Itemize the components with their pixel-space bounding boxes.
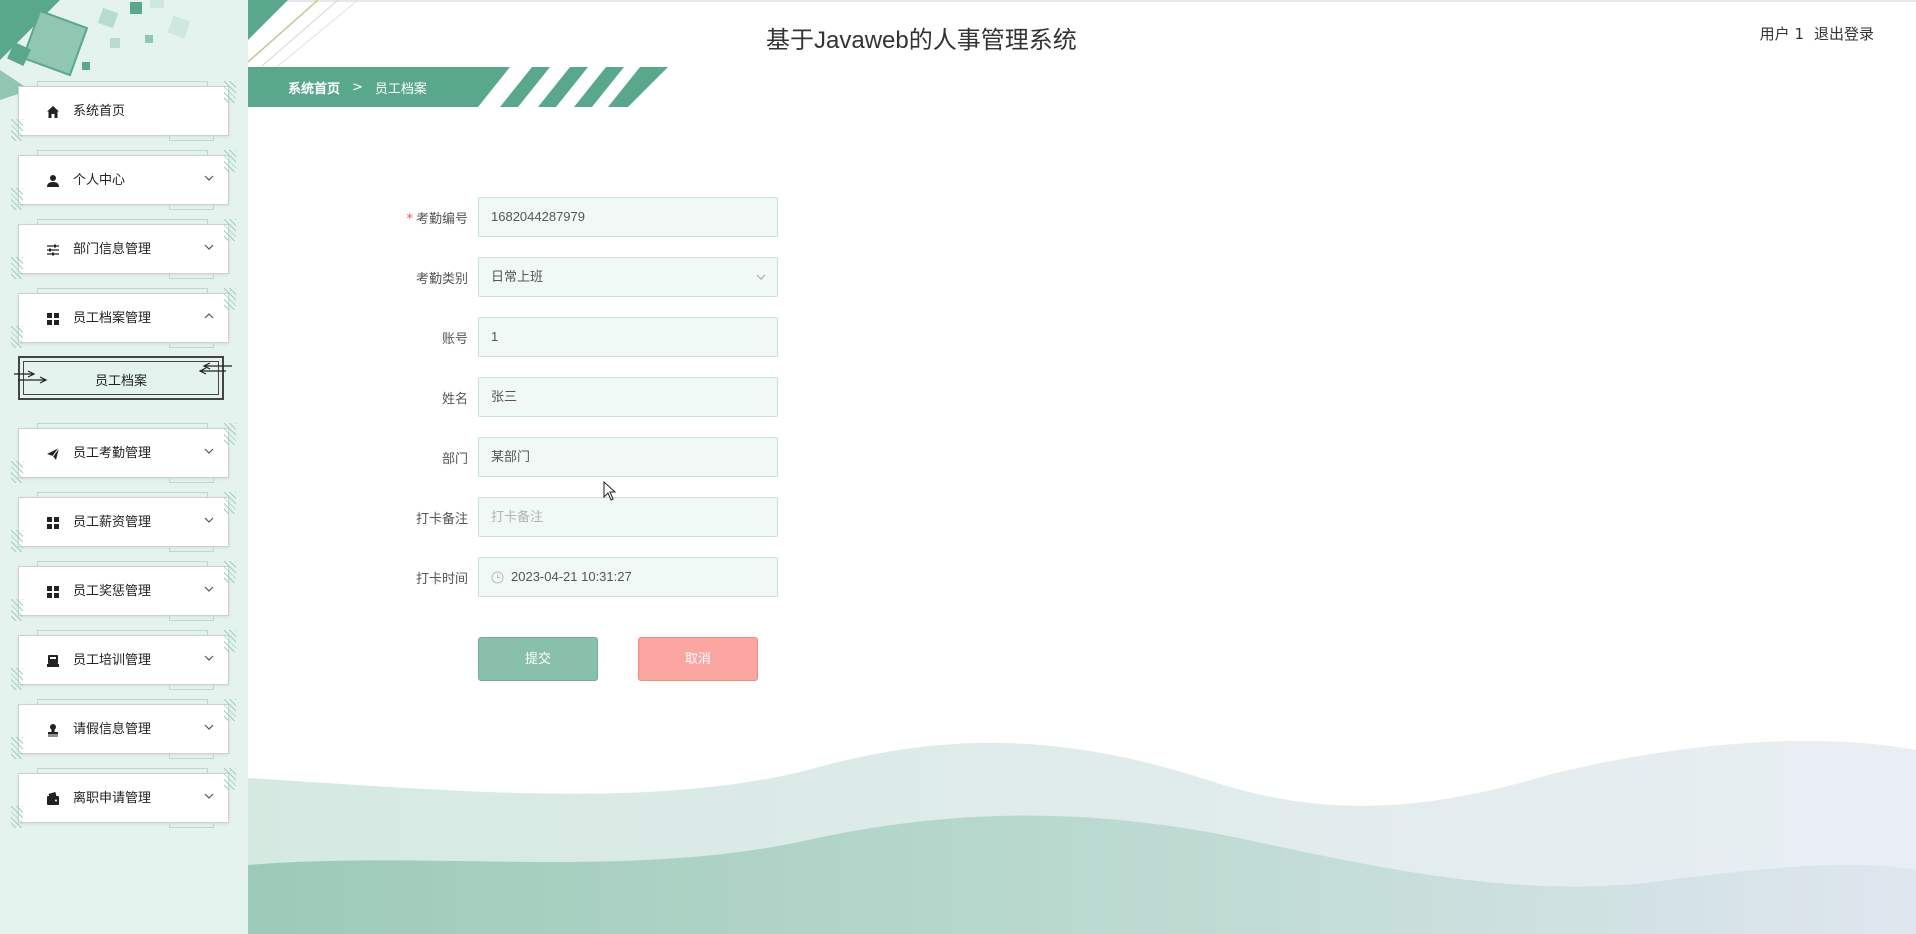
field-label: 姓名 xyxy=(441,392,468,407)
account-input[interactable]: 1 xyxy=(478,317,778,357)
home-icon xyxy=(45,104,61,120)
form-row-clock-note: 打卡备注 打卡备注 xyxy=(360,497,780,537)
clock-note-input[interactable]: 打卡备注 xyxy=(478,497,778,537)
sidebar-item-leave[interactable]: 请假信息管理 xyxy=(11,699,236,759)
field-label-text: 考勤编号 xyxy=(415,212,468,227)
select-value: 日常上班 xyxy=(491,269,544,284)
user-icon xyxy=(45,173,61,189)
breadcrumb-separator: > xyxy=(352,80,363,95)
top-border xyxy=(248,0,1916,2)
chevron-down-icon xyxy=(204,517,214,523)
chevron-up-icon xyxy=(204,313,214,319)
clock-time-picker[interactable]: 2023-04-21 10:31:27 xyxy=(478,557,778,597)
sidebar-item-resignation[interactable]: 离职申请管理 xyxy=(11,768,236,828)
attendance-id-input[interactable]: 1682044287979 xyxy=(478,197,778,237)
app-title: 基于Javaweb的人事管理系统 xyxy=(766,27,1077,54)
department-input[interactable]: 某部门 xyxy=(478,437,778,477)
field-label: 账号 xyxy=(441,332,468,347)
sidebar-item-label: 离职申请管理 xyxy=(73,791,152,806)
form-row-department: 部门 某部门 xyxy=(360,437,780,477)
sidebar-item-label: 请假信息管理 xyxy=(73,722,152,737)
sidebar-item-salary[interactable]: 员工薪资管理 xyxy=(11,492,236,552)
sidebar-item-label: 员工薪资管理 xyxy=(73,515,152,530)
mouse-cursor-icon xyxy=(603,481,617,501)
breadcrumb: 系统首页 > 员工档案 xyxy=(288,78,427,97)
field-label: 打卡时间 xyxy=(415,572,468,587)
name-input[interactable]: 张三 xyxy=(478,377,778,417)
submit-button[interactable]: 提交 xyxy=(478,637,598,681)
chevron-down-icon xyxy=(204,655,214,661)
chevron-down-icon xyxy=(756,274,766,280)
sidebar-item-department[interactable]: 部门信息管理 xyxy=(11,219,236,279)
paper-plane-icon xyxy=(45,446,61,462)
form-row-account: 账号 1 xyxy=(360,317,780,357)
form-row-clock-time: 打卡时间 2023-04-21 10:31:27 xyxy=(360,557,780,597)
field-label: 打卡备注 xyxy=(415,512,468,527)
field-label: 考勤类别 xyxy=(415,272,468,287)
sliders-icon xyxy=(45,242,61,258)
cancel-button[interactable]: 取消 xyxy=(638,637,758,681)
sidebar-item-label: 员工奖惩管理 xyxy=(73,584,152,599)
attendance-type-select[interactable]: 日常上班 xyxy=(478,257,778,297)
chevron-down-icon xyxy=(204,244,214,250)
grid-icon xyxy=(45,584,61,600)
sidebar-item-label: 系统首页 xyxy=(73,104,126,119)
training-icon xyxy=(45,653,61,669)
sidebar-item-home[interactable]: 系统首页 xyxy=(11,81,236,141)
sidebar-item-label: 员工培训管理 xyxy=(73,653,152,668)
background-waves xyxy=(248,740,1916,934)
chevron-down-icon xyxy=(204,448,214,454)
form-row-name: 姓名 张三 xyxy=(360,377,780,417)
chevron-down-icon xyxy=(204,724,214,730)
form-row-attendance-id: * 考勤编号 1682044287979 xyxy=(360,197,780,237)
breadcrumb-current: 员工档案 xyxy=(374,82,427,97)
page: 系统首页 个人中心 部门信息管理 员工档案管理 员工档案 员工考勤管理 员工薪资… xyxy=(0,0,1916,934)
sidebar-subitem-label: 员工档案 xyxy=(94,374,147,389)
logout-link[interactable]: 退出登录 xyxy=(1814,23,1874,44)
sidebar-item-label: 部门信息管理 xyxy=(73,242,152,257)
sidebar: 系统首页 个人中心 部门信息管理 员工档案管理 员工档案 员工考勤管理 员工薪资… xyxy=(0,0,248,934)
clock-icon xyxy=(491,571,504,584)
datetime-value: 2023-04-21 10:31:27 xyxy=(511,569,632,584)
sidebar-item-reward-punishment[interactable]: 员工奖惩管理 xyxy=(11,561,236,621)
wallet-icon xyxy=(45,791,61,807)
sidebar-subitem-employee-archive[interactable]: 员工档案 xyxy=(14,356,232,400)
grid-icon xyxy=(45,515,61,531)
user-area: 用户 1 退出登录 xyxy=(1760,23,1874,44)
field-label: * 考勤编号 xyxy=(406,208,468,227)
form-row-attendance-type: 考勤类别 日常上班 xyxy=(360,257,780,297)
sidebar-item-label: 员工档案管理 xyxy=(73,311,152,326)
field-label: 部门 xyxy=(441,452,468,467)
sidebar-item-attendance[interactable]: 员工考勤管理 xyxy=(11,423,236,483)
breadcrumb-home[interactable]: 系统首页 xyxy=(288,78,340,97)
current-user: 用户 1 xyxy=(1759,25,1804,43)
grid-icon xyxy=(45,311,61,327)
header-decoration xyxy=(248,0,359,66)
sidebar-item-training[interactable]: 员工培训管理 xyxy=(11,630,236,690)
sidebar-item-employee-archive[interactable]: 员工档案管理 xyxy=(11,288,236,348)
required-mark: * xyxy=(406,212,413,227)
chevron-down-icon xyxy=(204,793,214,799)
sidebar-item-label: 员工考勤管理 xyxy=(73,446,152,461)
chevron-down-icon xyxy=(204,175,214,181)
chevron-down-icon xyxy=(204,586,214,592)
sidebar-item-label: 个人中心 xyxy=(73,173,126,188)
sidebar-item-personal-center[interactable]: 个人中心 xyxy=(11,150,236,210)
stamp-icon xyxy=(45,722,61,738)
